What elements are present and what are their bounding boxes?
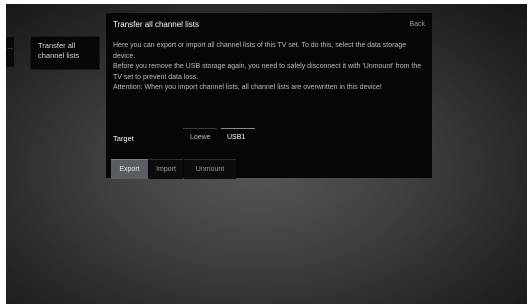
export-button[interactable]: Export (111, 159, 148, 179)
description-paragraph-1: Here you can export or import all channe… (113, 42, 407, 60)
back-button[interactable]: Back (409, 21, 425, 28)
transfer-dialog: Transfer all channel lists Back Here you… (106, 13, 432, 178)
dialog-title: Transfer all channel lists (113, 20, 199, 29)
import-button[interactable]: Import (149, 159, 183, 179)
sidebar-item-label: Transfer all channel lists (38, 41, 80, 60)
sidebar-stub[interactable]: ... (6, 37, 14, 67)
description-paragraph-2: Before you remove the USB storage again,… (113, 63, 422, 81)
target-option-usb1[interactable]: USB1 (221, 128, 255, 146)
target-label: Target (113, 134, 134, 143)
sidebar-item-transfer-channel-lists[interactable]: Transfer all channel lists (30, 36, 100, 70)
description-paragraph-3: Attention: When you import channel lists… (113, 84, 382, 91)
sidebar-stub-label: ... (7, 44, 13, 51)
target-option-loewe[interactable]: Loewe (183, 128, 217, 146)
unmount-button[interactable]: Unmount (184, 159, 236, 179)
tv-screen: ... Transfer all channel lists Transfer … (6, 4, 527, 304)
dialog-description: Here you can export or import all channe… (113, 41, 429, 94)
